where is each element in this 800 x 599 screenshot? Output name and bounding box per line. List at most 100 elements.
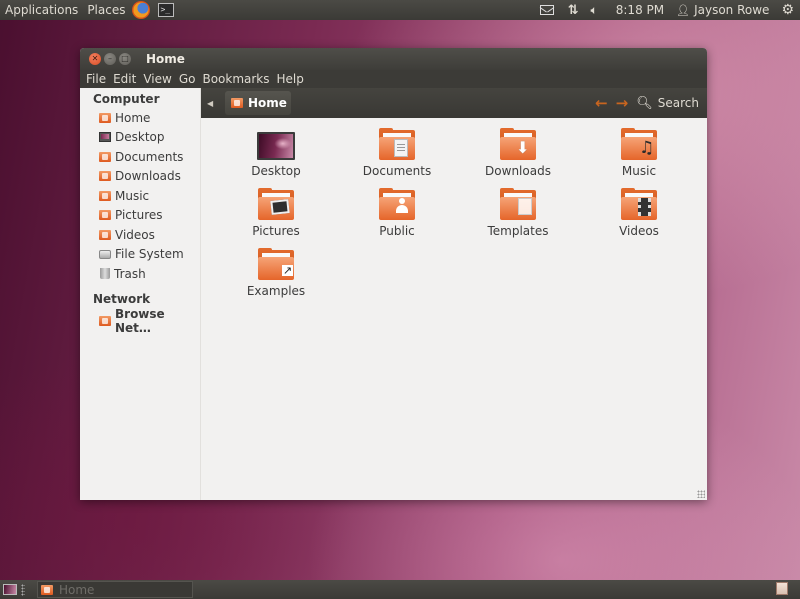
music-folder-icon <box>99 190 111 201</box>
search-button[interactable]: Search <box>658 96 699 110</box>
top-panel: Applications Places >_ ⇅ 🔈︎ 8:18 PM 👤︎ J… <box>0 0 800 20</box>
sidebar-heading-network: Network <box>93 291 151 306</box>
file-item-desktop[interactable]: Desktop <box>226 130 326 190</box>
templates-folder-icon <box>500 188 536 220</box>
mail-icon <box>539 5 554 15</box>
sidebar-item-trash[interactable]: Trash <box>80 264 200 284</box>
file-item-pictures[interactable]: Pictures <box>226 188 326 250</box>
terminal-launcher[interactable]: >_ <box>150 0 175 20</box>
drive-icon <box>99 249 111 259</box>
network-icon[interactable]: ⇅ <box>568 0 579 20</box>
terminal-icon: >_ <box>158 3 175 17</box>
file-label: Videos <box>619 224 659 238</box>
file-item-documents[interactable]: Documents <box>347 128 447 190</box>
sidebar-item-label: Desktop <box>115 130 165 145</box>
menu-bookmarks[interactable]: Bookmarks <box>199 72 272 86</box>
sidebar-item-browse-network[interactable]: Browse Net… <box>80 307 188 335</box>
file-label: Templates <box>487 224 549 238</box>
file-item-videos[interactable]: Videos <box>589 188 689 250</box>
file-item-examples[interactable]: ↗ Examples <box>226 248 326 310</box>
file-label: Desktop <box>251 164 301 178</box>
firefox-launcher[interactable] <box>129 0 151 20</box>
sidebar-item-videos[interactable]: Videos <box>80 225 200 245</box>
close-button[interactable]: ✕ <box>89 53 101 65</box>
mail-indicator[interactable] <box>539 0 568 20</box>
sidebar-item-pictures[interactable]: Pictures <box>80 206 200 226</box>
breadcrumb-scroll-left-icon[interactable]: ◀ <box>207 99 221 108</box>
file-label: Examples <box>246 284 306 298</box>
menu-file[interactable]: File <box>83 72 109 86</box>
examples-folder-icon: ↗ <box>258 248 294 280</box>
file-label: Documents <box>362 164 432 178</box>
sidebar-item-documents[interactable]: Documents <box>80 147 200 167</box>
menu-view[interactable]: View <box>140 72 174 86</box>
file-view[interactable]: Desktop Documents ⬇ Downloads ♫ Music Pi… <box>202 118 707 500</box>
file-label: Downloads <box>485 164 551 178</box>
sidebar-item-desktop[interactable]: Desktop <box>80 128 200 148</box>
search-icon[interactable]: 🔍︎ <box>636 96 653 111</box>
menu-help[interactable]: Help <box>274 72 307 86</box>
minimize-button[interactable]: – <box>104 53 116 65</box>
forward-arrow-icon[interactable]: → <box>616 94 629 112</box>
taskbar-item-home[interactable]: Home <box>37 581 193 598</box>
back-arrow-icon[interactable]: ← <box>595 94 608 112</box>
documents-folder-icon <box>379 128 415 160</box>
videos-folder-icon <box>99 229 111 240</box>
panel-grip[interactable] <box>21 583 25 596</box>
taskbar-item-label: Home <box>59 582 95 597</box>
breadcrumb-label: Home <box>248 96 287 110</box>
music-folder-icon: ♫ <box>621 128 657 160</box>
file-item-public[interactable]: Public <box>347 188 447 250</box>
videos-folder-icon <box>621 188 657 220</box>
breadcrumb-home[interactable]: Home <box>225 91 291 115</box>
downloads-folder-icon: ⬇ <box>500 128 536 160</box>
desktop-icon <box>257 132 295 160</box>
menubar: File Edit View Go Bookmarks Help <box>80 70 707 88</box>
resize-grip[interactable] <box>697 490 705 498</box>
sidebar-heading-computer: Computer <box>93 92 160 106</box>
maximize-button[interactable]: □ <box>119 53 131 65</box>
places-menu[interactable]: Places <box>83 0 129 20</box>
file-label: Public <box>379 224 415 238</box>
sidebar-item-label: Music <box>115 188 150 203</box>
bottom-panel: Home <box>0 580 800 599</box>
sidebar-item-home[interactable]: Home <box>80 108 200 128</box>
sidebar-item-label: Trash <box>114 266 146 281</box>
applications-menu[interactable]: Applications <box>1 0 82 20</box>
sidebar-item-label: File System <box>115 247 184 262</box>
sidebar-item-file-system[interactable]: File System <box>80 245 200 265</box>
show-desktop-icon[interactable] <box>3 584 17 595</box>
downloads-folder-icon <box>99 171 111 182</box>
home-folder-icon <box>41 584 53 595</box>
trash-icon <box>100 268 110 280</box>
pictures-folder-icon <box>258 188 294 220</box>
file-label: Pictures <box>252 224 300 238</box>
sidebar-item-label: Videos <box>115 227 155 242</box>
sidebar-item-music[interactable]: Music <box>80 186 200 206</box>
firefox-icon <box>132 1 151 19</box>
sidebar-item-label: Documents <box>115 149 184 164</box>
menu-go[interactable]: Go <box>176 72 199 86</box>
clock[interactable]: 8:18 PM <box>616 3 664 17</box>
trash-applet-icon[interactable] <box>776 582 788 595</box>
window-title: Home <box>146 52 185 66</box>
desktop-icon <box>99 132 111 143</box>
sidebar-item-label: Home <box>115 110 151 125</box>
network-folder-icon <box>99 316 111 327</box>
file-item-music[interactable]: ♫ Music <box>589 128 689 190</box>
menu-edit[interactable]: Edit <box>110 72 139 86</box>
file-item-downloads[interactable]: ⬇ Downloads <box>468 128 568 190</box>
public-folder-icon <box>379 188 415 220</box>
volume-icon[interactable]: 🔈︎ <box>591 0 598 20</box>
home-folder-icon <box>231 98 243 108</box>
pictures-folder-icon <box>99 210 111 221</box>
session-gear-icon[interactable]: ⚙ <box>781 2 794 18</box>
file-label: Music <box>621 164 657 178</box>
user-menu[interactable]: Jayson Rowe <box>694 3 769 17</box>
sidebar-item-downloads[interactable]: Downloads <box>80 167 200 187</box>
file-manager-window: ✕ – □ Home File Edit View Go Bookmarks H… <box>80 48 707 500</box>
documents-folder-icon <box>99 151 111 162</box>
file-item-templates[interactable]: Templates <box>468 188 568 250</box>
user-icon: 👤︎ <box>676 3 691 17</box>
window-titlebar[interactable]: ✕ – □ Home <box>80 48 707 70</box>
